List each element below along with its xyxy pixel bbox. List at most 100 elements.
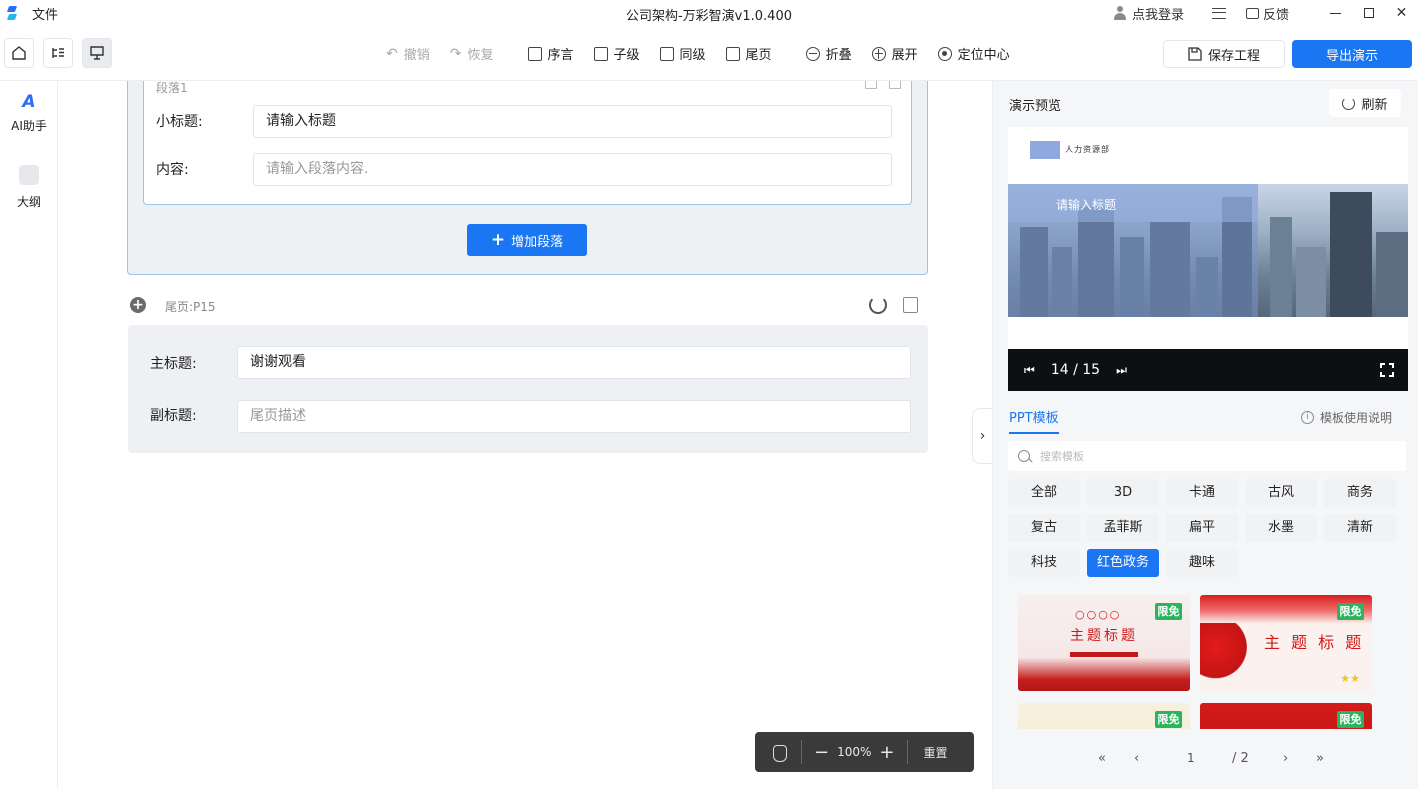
login-button[interactable]: 点我登录: [1113, 4, 1184, 23]
fullscreen-icon[interactable]: [1379, 362, 1395, 378]
zoom-in-icon[interactable]: +: [879, 742, 894, 763]
redo-button[interactable]: ↷ 恢复: [450, 44, 494, 64]
template-search-input[interactable]: 搜索模板: [1040, 448, 1084, 464]
outline-icon: [52, 48, 64, 58]
end-page-label: 尾页: [745, 48, 772, 63]
feedback-button[interactable]: 反馈: [1245, 4, 1289, 23]
zoom-level: 100%: [837, 745, 872, 759]
zoom-out-icon[interactable]: −: [814, 742, 829, 763]
expand-button[interactable]: 展开: [871, 44, 918, 63]
category-red-government[interactable]: 红色政务: [1087, 549, 1159, 577]
zoom-reset-button[interactable]: 重置: [924, 744, 948, 761]
category-ancient[interactable]: 古风: [1245, 479, 1317, 507]
next-page-button[interactable]: ›: [1283, 751, 1288, 766]
menu-icon[interactable]: [1211, 7, 1226, 19]
category-3d[interactable]: 3D: [1087, 479, 1159, 507]
template-card[interactable]: 限免: [1018, 703, 1190, 729]
locate-center-button[interactable]: 定位中心: [937, 44, 1010, 63]
feedback-icon: [1245, 7, 1259, 19]
template-card[interactable]: 主 题 标 题 ★★ 限免: [1200, 595, 1372, 691]
next-slide-icon[interactable]: ⏭: [1116, 363, 1127, 378]
prev-page-button[interactable]: ‹: [1134, 751, 1139, 766]
subtitle-label: 小标题:: [156, 114, 203, 130]
category-fun[interactable]: 趣味: [1166, 549, 1238, 577]
slide-heading: 请输入标题: [1056, 198, 1117, 212]
template-bar: [1070, 652, 1138, 657]
collapse-button[interactable]: 折叠: [805, 44, 852, 63]
category-memphis[interactable]: 孟菲斯: [1087, 514, 1159, 542]
outline-view-button[interactable]: [43, 38, 73, 68]
total-pages: / 2: [1232, 751, 1249, 766]
slide-preview[interactable]: 人力资源部 请输入标题 ⏮ 14 / 15 ⏭: [1008, 127, 1408, 391]
slide-overlay-band: [1008, 184, 1258, 222]
close-button[interactable]: ✕: [1385, 0, 1418, 26]
child-level-icon: [593, 46, 608, 61]
preface-icon: [527, 46, 542, 61]
category-flat[interactable]: 扁平: [1166, 514, 1238, 542]
chevron-right-icon: ›: [979, 428, 986, 444]
tab-ppt-templates[interactable]: PPT模板: [1009, 407, 1059, 434]
category-tech[interactable]: 科技: [1008, 549, 1080, 577]
template-help-label: 模板使用说明: [1320, 411, 1393, 425]
minimize-icon: [1330, 12, 1341, 14]
end-page-header: + 尾页:P15: [130, 295, 930, 317]
slide-logo: [1030, 141, 1060, 159]
first-page-button[interactable]: «: [1098, 751, 1106, 766]
add-circle-icon[interactable]: +: [130, 297, 146, 313]
refresh-icon[interactable]: [869, 296, 887, 314]
refresh-label: 刷新: [1361, 97, 1388, 113]
previous-slide-icon[interactable]: ⏮: [1024, 363, 1035, 378]
sub-title-input[interactable]: 尾页描述: [237, 400, 911, 433]
minimize-paragraph-icon[interactable]: [865, 81, 877, 89]
save-project-button[interactable]: 保存工程: [1163, 40, 1285, 68]
refresh-icon: [1342, 96, 1356, 110]
preface-button[interactable]: 序言: [527, 44, 574, 63]
sidebar-item-ai-assistant[interactable]: A AI助手: [0, 93, 58, 134]
toolbar: ↶ 撤销 ↷ 恢复 序言 子级 同级 尾页 折叠 展开 定位中心 保存工程 导出…: [0, 26, 1418, 81]
editor-canvas[interactable]: 段落1 小标题: 请输入标题 内容: 请输入段落内容. + 增加段落 + 尾页:…: [58, 81, 992, 789]
presentation-view-button[interactable]: [82, 38, 112, 68]
file-menu[interactable]: 文件: [32, 4, 58, 23]
export-presentation-button[interactable]: 导出演示: [1292, 40, 1412, 68]
sibling-button[interactable]: 同级: [659, 44, 706, 63]
template-card[interactable]: 限免: [1200, 703, 1372, 729]
end-page-button[interactable]: 尾页: [725, 44, 772, 63]
category-business[interactable]: 商务: [1324, 479, 1396, 507]
panel-collapse-button[interactable]: ›: [972, 408, 992, 464]
child-button[interactable]: 子级: [593, 44, 640, 63]
end-page-card: 主标题: 谢谢观看 副标题: 尾页描述: [128, 325, 928, 453]
sidebar-item-outline[interactable]: 大纲: [0, 165, 58, 210]
current-page[interactable]: 1: [1187, 751, 1195, 765]
category-all[interactable]: 全部: [1008, 479, 1080, 507]
login-label: 点我登录: [1131, 7, 1184, 23]
maximize-button[interactable]: [1352, 0, 1385, 26]
zoom-toolbar: − 100% + 重置: [755, 732, 974, 772]
category-ink[interactable]: 水墨: [1245, 514, 1317, 542]
last-page-button[interactable]: »: [1316, 751, 1324, 766]
free-badge: 限免: [1337, 603, 1364, 620]
trash-icon[interactable]: [903, 297, 918, 313]
home-button[interactable]: [4, 38, 34, 68]
category-retro[interactable]: 复古: [1008, 514, 1080, 542]
sidebar-item-label: AI助手: [11, 119, 47, 133]
preview-refresh-button[interactable]: 刷新: [1329, 89, 1401, 117]
template-search[interactable]: 搜索模板: [1008, 441, 1406, 471]
template-card[interactable]: ○○○○ 主题标题 限免: [1018, 595, 1190, 691]
template-help-link[interactable]: i 模板使用说明: [1301, 409, 1392, 426]
undo-button[interactable]: ↶ 撤销: [386, 44, 430, 64]
content-input[interactable]: 请输入段落内容.: [253, 153, 892, 186]
template-title: 主 题 标 题: [1264, 633, 1365, 652]
undo-icon: ↶: [386, 45, 398, 62]
category-fresh[interactable]: 清新: [1324, 514, 1396, 542]
delete-paragraph-icon[interactable]: [889, 81, 901, 89]
minimize-button[interactable]: [1319, 0, 1352, 26]
section-card: 段落1 小标题: 请输入标题 内容: 请输入段落内容. + 增加段落: [127, 81, 928, 275]
category-cartoon[interactable]: 卡通: [1166, 479, 1238, 507]
main-title-input[interactable]: 谢谢观看: [237, 346, 911, 379]
subtitle-input[interactable]: 请输入标题: [253, 105, 892, 138]
end-page-icon: [725, 46, 740, 61]
template-circles: ○○○○: [1075, 608, 1122, 621]
add-paragraph-button[interactable]: + 增加段落: [467, 224, 587, 256]
hand-pan-icon[interactable]: [769, 742, 789, 762]
redo-label: 恢复: [467, 48, 494, 63]
